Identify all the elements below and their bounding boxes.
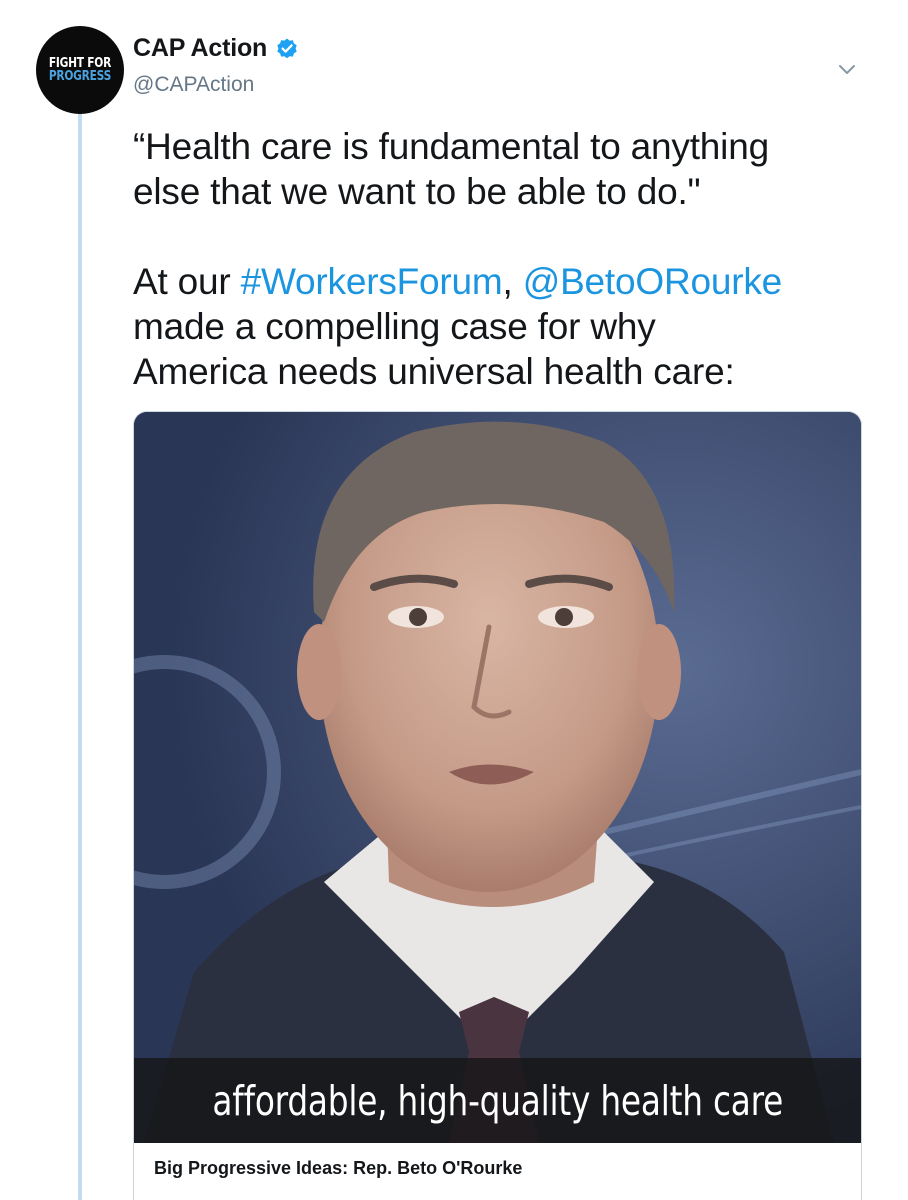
chevron-down-icon [839, 65, 855, 74]
tweet-text-line: else that we want to be able to do." [133, 171, 701, 212]
avatar[interactable]: FIGHT FOR PROGRESS [36, 26, 124, 114]
handle[interactable]: @CAPAction [133, 73, 254, 97]
video-caption-bar: affordable, high-quality health care [134, 1058, 861, 1143]
author-name-row[interactable]: CAP Action [133, 34, 299, 63]
video-frame-image [134, 412, 861, 1143]
verified-badge-icon [275, 37, 299, 61]
avatar-text-line2: PROGRESS [48, 69, 112, 84]
tweet-text-line: America needs universal health care: [133, 351, 735, 392]
tweet-text: “Health care is fundamental to anything … [133, 124, 873, 394]
video-caption: affordable, high-quality health care [212, 1076, 783, 1125]
thread-line [78, 108, 82, 1200]
hashtag-link[interactable]: #WorkersForum [241, 261, 503, 302]
media-card[interactable]: affordable, high-quality health care Big… [133, 411, 862, 1200]
tweet-text-fragment: , [502, 261, 523, 302]
mention-link[interactable]: @BetoORourke [523, 261, 783, 302]
tweet-menu-button[interactable] [832, 58, 862, 82]
tweet: FIGHT FOR PROGRESS CAP Action @CAPAction… [0, 0, 908, 1200]
tweet-text-line: “Health care is fundamental to anything [133, 126, 769, 167]
card-title[interactable]: Big Progressive Ideas: Rep. Beto O'Rourk… [154, 1158, 522, 1179]
tweet-text-line: At our #WorkersForum, @BetoORourke [133, 259, 873, 304]
video-player[interactable]: affordable, high-quality health care [134, 412, 861, 1143]
tweet-text-line: made a compelling case for why [133, 306, 656, 347]
tweet-text-fragment: At our [133, 261, 241, 302]
display-name[interactable]: CAP Action [133, 34, 267, 63]
